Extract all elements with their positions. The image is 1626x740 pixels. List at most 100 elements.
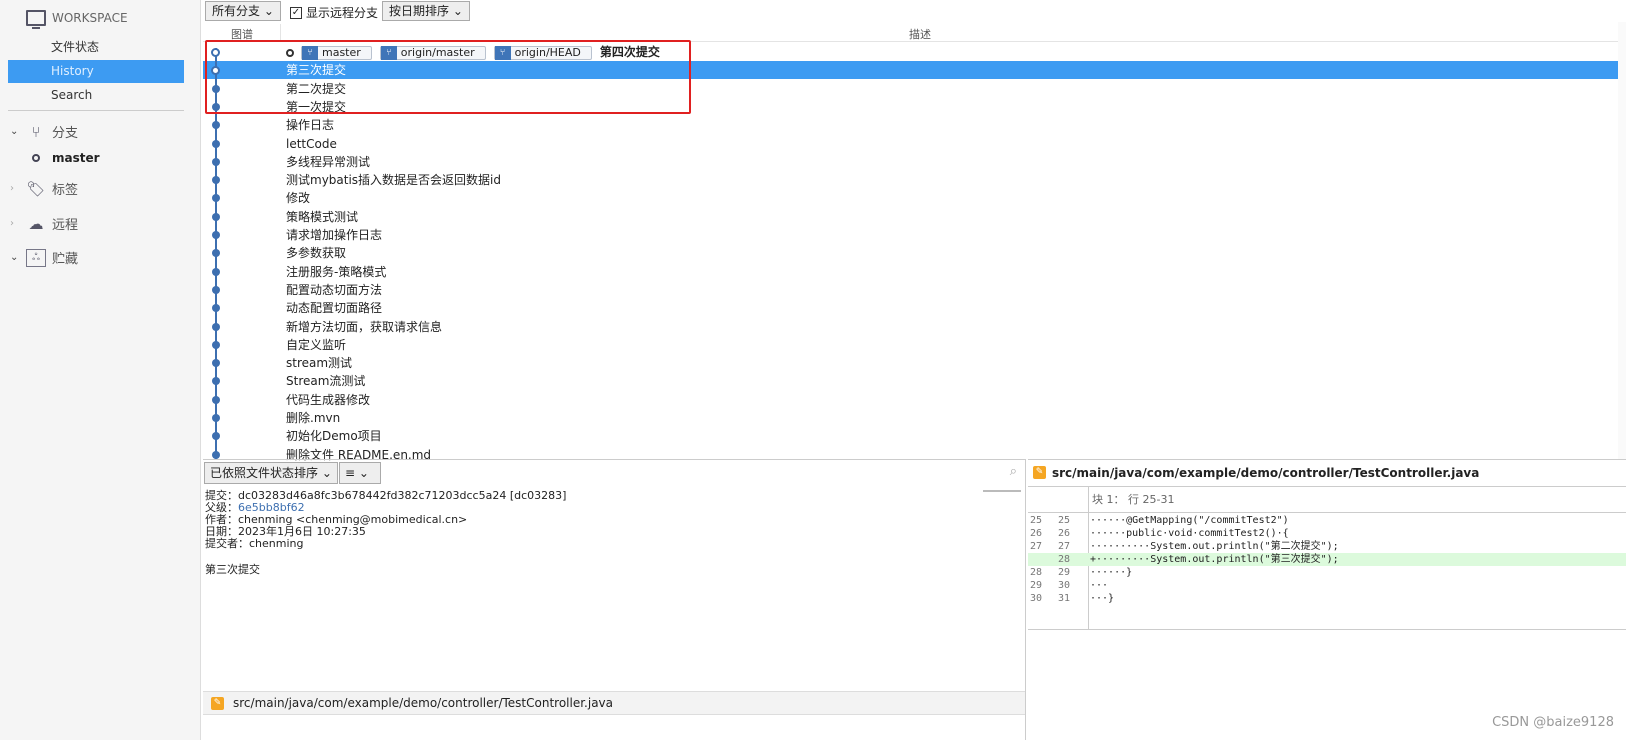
sidebar-branch-master[interactable]: master: [32, 151, 100, 165]
sidebar-item-history[interactable]: History: [8, 60, 184, 83]
commit-message: stream测试: [286, 356, 353, 371]
diff-line: 25 25 ······@GetMapping("/commitTest2"): [1030, 515, 1289, 526]
commit-message: 策略模式测试: [286, 209, 359, 224]
diff-code: 25 25 ······@GetMapping("/commitTest2") 26 2…: [1028, 514, 1626, 605]
commit-row[interactable]: 配置动态切面方法: [203, 281, 1618, 299]
chevron-down-icon: ⌄: [10, 126, 19, 137]
file-sort-dropdown[interactable]: 已依照文件状态排序 ⌄: [204, 462, 338, 484]
commit-message: Stream流测试: [286, 374, 366, 389]
sidebar-group-tags[interactable]: › 🏷 标签: [10, 179, 78, 199]
commit-row[interactable]: 多参数获取: [203, 244, 1618, 262]
commit-node: [212, 267, 220, 276]
commit-row[interactable]: 多线程异常测试: [203, 153, 1618, 171]
chevron-down-icon: ⌄: [10, 252, 19, 263]
commit-row[interactable]: 删除.mvn: [203, 409, 1618, 427]
commit-details-panel: 已依照文件状态排序 ⌄ ≡ ⌄ ⌕ 提交：dc03283d46a8fc3b678…: [203, 459, 1026, 740]
sidebar-group-remotes[interactable]: › ☁ 远程: [10, 214, 78, 234]
commit-message: 修改: [286, 191, 311, 206]
commit-node: [212, 102, 220, 111]
commit-row[interactable]: 策略模式测试: [203, 208, 1618, 226]
highlight-box: [205, 40, 691, 114]
checkbox-checked-icon: ✓: [290, 6, 302, 19]
history-panel: 所有分支 ⌄ ✓ 显示远程分支 按日期排序 ⌄ 图谱 描述 ⑂ master ⑂ ori…: [203, 0, 1626, 462]
commit-node: [212, 322, 220, 331]
commit-node: [212, 84, 220, 93]
commit-row[interactable]: 动态配置切面路径: [203, 299, 1618, 317]
commit-row[interactable]: 测试mybatis插入数据是否会返回数据id: [203, 171, 1618, 189]
diff-line: 30 31 ···}: [1030, 593, 1115, 604]
chevron-down-icon: ⌄: [452, 4, 463, 18]
stash-icon: ஃ: [26, 248, 46, 267]
column-description[interactable]: 描述: [909, 26, 931, 42]
commit-message: 多参数获取: [286, 246, 347, 261]
commit-node: [212, 139, 220, 148]
commit-row[interactable]: Stream流测试: [203, 372, 1618, 390]
sidebar-item-file-status[interactable]: 文件状态: [8, 36, 184, 59]
branch-filter-dropdown[interactable]: 所有分支 ⌄: [205, 1, 281, 21]
commit-node: [212, 285, 220, 294]
sidebar: WORKSPACE 文件状态 History Search ⌄ ⑂ 分支 maste…: [0, 0, 201, 740]
search-icon[interactable]: ⌕: [1010, 464, 1017, 479]
commit-row[interactable]: 自定义监听: [203, 336, 1618, 354]
commit-message: 操作日志: [286, 118, 335, 133]
diff-panel: ✎ src/main/java/com/example/demo/controll…: [1028, 459, 1626, 740]
hunk-header: 块 1： 行 25-31: [1028, 487, 1626, 513]
view-mode-dropdown[interactable]: ≡ ⌄: [339, 462, 381, 484]
diff-line: 27 27 ··········System.out.println("第二次提交"…: [1030, 541, 1339, 552]
chevron-down-icon: ⌄: [263, 4, 274, 18]
diff-file-header: ✎ src/main/java/com/example/demo/controll…: [1028, 460, 1626, 487]
diff-line: 28 +·········System.out.println("第三次提交");: [1028, 553, 1626, 566]
commit-message: 多线程异常测试: [286, 154, 371, 169]
commit-node: [212, 157, 220, 166]
changed-file-item[interactable]: ✎ src/main/java/com/example/demo/controll…: [203, 691, 1025, 715]
commit-message: 配置动态切面方法: [286, 282, 383, 297]
commit-row[interactable]: 操作日志: [203, 116, 1618, 134]
current-branch-icon: [32, 154, 40, 162]
show-remote-checkbox[interactable]: ✓ 显示远程分支: [290, 4, 378, 21]
sort-dropdown[interactable]: 按日期排序 ⌄: [382, 1, 470, 21]
commit-message: 请求增加操作日志: [286, 228, 383, 242]
commit-node: [212, 212, 220, 221]
commit-message: 测试mybatis插入数据是否会返回数据id: [286, 173, 502, 188]
diff-line: 29 30 ···: [1030, 580, 1109, 591]
commit-message: 自定义监听: [286, 337, 347, 352]
commit-row[interactable]: lettCode: [203, 135, 1618, 153]
commit-message: 第三次提交: [205, 563, 260, 576]
divider: [8, 110, 184, 111]
commit-row[interactable]: stream测试: [203, 354, 1618, 372]
commit-node: [212, 231, 220, 239]
branch-icon: ⑂: [31, 122, 41, 141]
commit-message: 动态配置切面路径: [286, 301, 383, 316]
chevron-right-icon: ›: [10, 183, 14, 194]
chevron-down-icon: ⌄: [358, 466, 369, 480]
commit-message: 代码生成器修改: [286, 392, 371, 407]
commit-node: [212, 395, 220, 404]
commit-row[interactable]: 修改: [203, 189, 1618, 207]
commit-node: [212, 450, 220, 459]
chevron-right-icon: ›: [10, 218, 14, 229]
commit-row[interactable]: 新增方法切面，获取请求信息: [203, 318, 1618, 336]
commit-message: lettCode: [286, 136, 337, 151]
chevron-down-icon: ⌄: [321, 466, 332, 480]
committer: chenming: [249, 537, 304, 550]
watermark: CSDN @baize9128: [1492, 715, 1614, 730]
commit-row[interactable]: 代码生成器修改: [203, 391, 1618, 409]
commit-message: 新增方法切面，获取请求信息: [286, 319, 443, 334]
commit-row[interactable]: 初始化Demo项目: [203, 427, 1618, 445]
commit-info: 提交：dc03283d46a8fc3b678442fd382c71203dcc5…: [205, 489, 567, 576]
modified-file-icon: ✎: [211, 697, 224, 710]
tag-icon: 🏷: [26, 179, 46, 198]
commit-message: 初始化Demo项目: [286, 429, 382, 444]
cloud-icon: ☁: [28, 214, 44, 233]
modified-file-icon: ✎: [1033, 466, 1046, 479]
sidebar-item-search[interactable]: Search: [8, 84, 184, 107]
commit-row[interactable]: 注册服务-策略模式: [203, 263, 1618, 281]
sidebar-group-stashes[interactable]: ⌄ ஃ 贮藏: [10, 248, 78, 267]
scrollbar[interactable]: [1618, 22, 1626, 459]
commit-row[interactable]: 请求增加操作日志: [203, 226, 1618, 244]
workspace-header: WORKSPACE: [26, 10, 128, 29]
sidebar-group-branches[interactable]: ⌄ ⑂ 分支: [10, 122, 78, 142]
commit-message: 注册服务-策略模式: [286, 264, 387, 279]
commit-node: [211, 48, 220, 57]
commit-message: 删除.mvn: [286, 411, 341, 425]
